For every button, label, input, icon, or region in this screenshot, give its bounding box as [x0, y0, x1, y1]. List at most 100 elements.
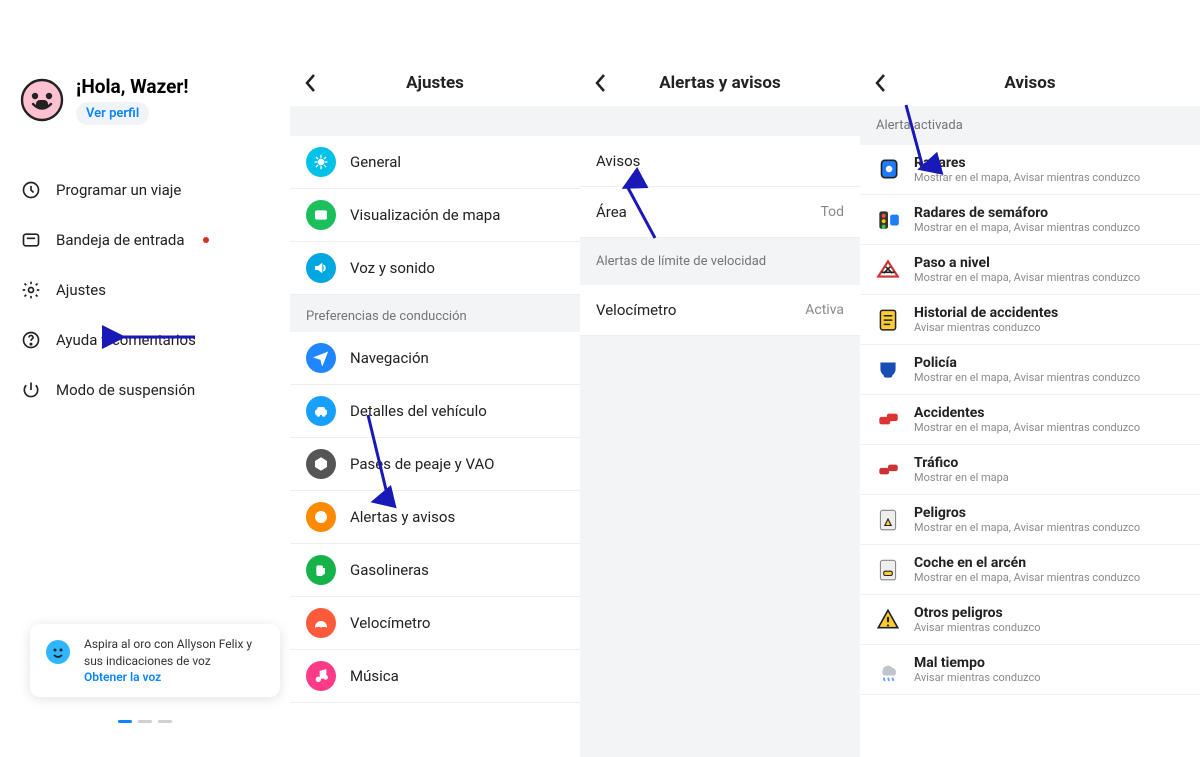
clock-plan-icon — [20, 179, 42, 201]
greeting-text: ¡Hola, Wazer! — [76, 75, 188, 98]
settings-item-label: Alertas y avisos — [350, 508, 455, 526]
menu-item-plan-trip[interactable]: Programar un viaje — [20, 165, 280, 215]
menu-item-sleep[interactable]: Modo de suspensión — [20, 365, 280, 415]
screen-title: Avisos — [1004, 73, 1055, 93]
screen-title: Ajustes — [406, 73, 464, 93]
gear-icon — [20, 279, 42, 301]
aviso-icon — [874, 605, 902, 633]
pager-dot[interactable] — [158, 720, 172, 723]
aviso-title: Radares de semáforo — [914, 205, 1140, 221]
aviso-row-otros-peligros[interactable]: Otros peligrosAvisar mientras conduzco — [860, 595, 1200, 645]
aviso-row-tr-fico[interactable]: TráficoMostrar en el mapa — [860, 445, 1200, 495]
aviso-title: Accidentes — [914, 405, 1140, 421]
aviso-row-paso-a-nivel[interactable]: Paso a nivelMostrar en el mapa, Avisar m… — [860, 245, 1200, 295]
map-icon — [306, 200, 336, 230]
settings-item-general[interactable]: General — [290, 136, 580, 189]
aviso-subtitle: Avisar mientras conduzco — [914, 621, 1041, 634]
aviso-icon — [874, 555, 902, 583]
settings-item-label: Voz y sonido — [350, 259, 435, 277]
settings-item-navegaci-n[interactable]: Navegación — [290, 332, 580, 385]
screen-header: Avisos — [860, 60, 1200, 106]
speedo-icon — [306, 608, 336, 638]
settings-item-veloc-metro[interactable]: Velocímetro — [290, 597, 580, 650]
empty-area — [580, 336, 860, 757]
row-avisos[interactable]: Avisos — [580, 136, 860, 187]
aviso-title: Historial de accidentes — [914, 305, 1058, 321]
settings-group-driving: Navegación Detalles del vehículo Pases de … — [290, 332, 580, 703]
settings-item-label: Detalles del vehículo — [350, 402, 487, 420]
promo-card[interactable]: Aspira al oro con Allyson Felix y sus in… — [30, 624, 280, 697]
section-gap — [580, 106, 860, 136]
aviso-icon — [874, 655, 902, 683]
aviso-icon — [874, 255, 902, 283]
aviso-row-coche-en-el-arc-n[interactable]: Coche en el arcénMostrar en el mapa, Avi… — [860, 545, 1200, 595]
promo-cta-link[interactable]: Obtener la voz — [84, 670, 161, 684]
gear-icon — [306, 147, 336, 177]
settings-item-pases-de-peaje-y-vao[interactable]: Pases de peaje y VAO — [290, 438, 580, 491]
promo-line: Aspira al oro con Allyson Felix y sus in… — [84, 637, 252, 667]
menu-label: Ayuda y comentarios — [56, 331, 196, 349]
panel-settings: Ajustes General Visualización de mapa Voz … — [290, 60, 580, 757]
aviso-row-accidentes[interactable]: AccidentesMostrar en el mapa, Avisar mie… — [860, 395, 1200, 445]
row-area[interactable]: Área Tod — [580, 187, 860, 238]
aviso-subtitle: Mostrar en el mapa, Avisar mientras cond… — [914, 271, 1140, 284]
car-icon — [306, 396, 336, 426]
screen-header: Alertas y avisos — [580, 60, 860, 106]
aviso-icon — [874, 155, 902, 183]
screen-header: Ajustes — [290, 60, 580, 106]
panel-avisos: Avisos Alerta activada RadaresMostrar en… — [860, 60, 1200, 757]
settings-item-label: General — [350, 153, 401, 171]
aviso-subtitle: Mostrar en el mapa, Avisar mientras cond… — [914, 571, 1140, 584]
settings-item-alertas-y-avisos[interactable]: Alertas y avisos — [290, 491, 580, 544]
section-header-alert-enabled: Alerta activada — [860, 106, 1200, 145]
side-menu-list: Programar un viaje Bandeja de entrada Aj… — [20, 165, 280, 415]
section-gap — [290, 106, 580, 136]
pager-dot-active[interactable] — [118, 720, 132, 723]
aviso-title: Policía — [914, 355, 1140, 371]
menu-item-help[interactable]: Ayuda y comentarios — [20, 315, 280, 365]
panel-alerts: Alertas y avisos Avisos Área Tod Alertas… — [580, 60, 860, 757]
aviso-icon — [874, 455, 902, 483]
settings-group-general: General Visualización de mapa Voz y sonido — [290, 136, 580, 295]
settings-item-visualizaci-n-de-mapa[interactable]: Visualización de mapa — [290, 189, 580, 242]
settings-item-detalles-del-veh-culo[interactable]: Detalles del vehículo — [290, 385, 580, 438]
panel-profile-menu: ¡Hola, Wazer! Ver perfil Programar un vi… — [0, 60, 290, 757]
aviso-subtitle: Mostrar en el mapa, Avisar mientras cond… — [914, 171, 1140, 184]
menu-label: Modo de suspensión — [56, 381, 195, 399]
aviso-row-radares-de-sem-foro[interactable]: Radares de semáforoMostrar en el mapa, A… — [860, 195, 1200, 245]
promo-voice-icon — [42, 636, 74, 668]
aviso-row-mal-tiempo[interactable]: Mal tiempoAvisar mientras conduzco — [860, 645, 1200, 695]
promo-pager — [0, 720, 290, 723]
screen-title: Alertas y avisos — [659, 73, 780, 93]
settings-item-label: Gasolineras — [350, 561, 429, 579]
aviso-subtitle: Mostrar en el mapa, Avisar mientras cond… — [914, 221, 1140, 234]
settings-item-label: Navegación — [350, 349, 429, 367]
pager-dot[interactable] — [138, 720, 152, 723]
view-profile-button[interactable]: Ver perfil — [76, 102, 149, 125]
row-speedometer[interactable]: Velocímetro Activa — [580, 285, 860, 336]
settings-item-m-sica[interactable]: Música — [290, 650, 580, 703]
back-chevron-icon[interactable] — [874, 72, 888, 99]
menu-item-settings[interactable]: Ajustes — [20, 265, 280, 315]
aviso-icon — [874, 355, 902, 383]
menu-label: Ajustes — [56, 281, 106, 299]
settings-item-voz-y-sonido[interactable]: Voz y sonido — [290, 242, 580, 295]
aviso-row-historial-de-accidentes[interactable]: Historial de accidentesAvisar mientras c… — [860, 295, 1200, 345]
menu-label: Programar un viaje — [56, 181, 181, 199]
row-label: Velocímetro — [596, 301, 676, 319]
aviso-title: Otros peligros — [914, 605, 1041, 621]
aviso-row-radares[interactable]: RadaresMostrar en el mapa, Avisar mientr… — [860, 145, 1200, 195]
aviso-icon — [874, 505, 902, 533]
aviso-subtitle: Mostrar en el mapa, Avisar mientras cond… — [914, 421, 1140, 434]
inbox-icon — [20, 229, 42, 251]
help-icon — [20, 329, 42, 351]
back-chevron-icon[interactable] — [594, 72, 608, 99]
aviso-subtitle: Mostrar en el mapa, Avisar mientras cond… — [914, 521, 1140, 534]
back-chevron-icon[interactable] — [304, 72, 318, 99]
aviso-row-polic-a[interactable]: PolicíaMostrar en el mapa, Avisar mientr… — [860, 345, 1200, 395]
menu-item-inbox[interactable]: Bandeja de entrada — [20, 215, 280, 265]
section-header-speed-limits: Alertas de límite de velocidad — [580, 238, 860, 285]
aviso-row-peligros[interactable]: PeligrosMostrar en el mapa, Avisar mient… — [860, 495, 1200, 545]
music-icon — [306, 661, 336, 691]
settings-item-gasolineras[interactable]: Gasolineras — [290, 544, 580, 597]
